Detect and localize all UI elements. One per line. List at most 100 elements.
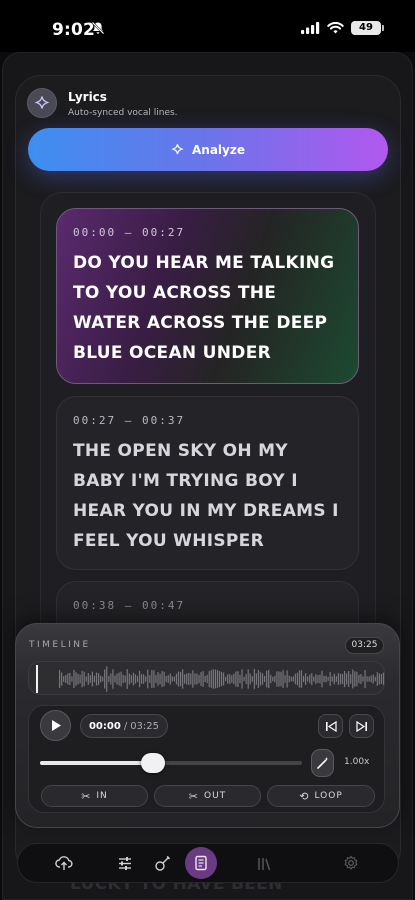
waveform-bar <box>298 670 301 688</box>
waveform-bar <box>200 672 202 686</box>
waveform-bar <box>214 669 216 689</box>
waveform-bar <box>341 673 344 685</box>
nav-instruments[interactable] <box>148 849 176 877</box>
lyric-text: DO YOU HEAR ME TALKING TO YOU ACROSS THE… <box>73 253 335 363</box>
skip-previous-button[interactable] <box>318 714 343 738</box>
lyric-time: 00:38 – 00:47 <box>73 599 186 612</box>
waveform-bar <box>114 675 116 683</box>
waveform-bar <box>147 669 149 689</box>
nav-upload[interactable] <box>50 849 78 877</box>
waveform-bar <box>247 669 249 689</box>
waveform-bar <box>159 673 161 685</box>
waveform-bar <box>350 674 352 684</box>
loop-button[interactable]: ⟲ LOOP <box>267 785 375 807</box>
waveform-bar <box>169 673 171 685</box>
play-button[interactable] <box>40 710 71 741</box>
waveform-bar <box>122 674 124 684</box>
waveform-bar <box>354 671 356 687</box>
waveform-bar <box>245 674 247 684</box>
waveform-bar <box>216 670 219 688</box>
waveform-bar <box>366 676 368 682</box>
waveform-bar <box>63 676 65 682</box>
waveform-bar <box>305 673 307 685</box>
page-title: Lyrics <box>68 90 107 104</box>
set-in-button[interactable]: ✂ IN <box>41 785 148 807</box>
nav-library[interactable] <box>250 849 278 877</box>
signal-icon <box>301 22 320 34</box>
waveform-bar <box>264 675 266 683</box>
wand-icon <box>316 757 329 769</box>
waveform-bar <box>364 669 366 689</box>
waveform-bar <box>97 673 100 685</box>
waveform-bar <box>184 674 186 684</box>
waveform-bar <box>288 675 290 683</box>
lyric-time: 00:27 – 00:37 <box>73 414 186 427</box>
waveform-bar <box>278 671 280 687</box>
settings-icon <box>344 855 358 871</box>
waveform-bar <box>362 676 364 682</box>
analyze-button[interactable]: Analyze <box>28 128 388 171</box>
waveform-bar <box>274 675 276 683</box>
status-time: 9:02 <box>52 20 96 40</box>
waveform-bar <box>151 669 153 689</box>
waveform-bar <box>339 673 342 685</box>
waveform-bar <box>335 676 337 682</box>
waveform-bar <box>208 670 210 688</box>
waveform-bar <box>329 672 331 686</box>
waveform-bar <box>317 675 319 683</box>
waveform-bar <box>319 674 321 684</box>
waveform-bar <box>311 673 313 685</box>
seek-handle[interactable] <box>140 753 165 773</box>
waveform-bar <box>61 672 63 686</box>
set-out-button[interactable]: ✂ OUT <box>154 785 261 807</box>
waveform-bar <box>266 670 268 688</box>
waveform-bar <box>321 670 323 688</box>
waveform-bar <box>202 671 204 687</box>
waveform-bar <box>192 670 194 688</box>
duration-time: 03:25 <box>130 720 160 732</box>
speed-button[interactable] <box>311 749 334 777</box>
nav-lyrics[interactable] <box>185 847 217 879</box>
waveform-bar <box>190 673 192 685</box>
nav-mixer[interactable] <box>111 849 139 877</box>
waveform-bar <box>87 673 89 685</box>
lyric-line-active[interactable]: 00:00 – 00:27 DO YOU HEAR ME TALKING TO … <box>56 208 359 384</box>
waveform-bar <box>106 666 108 692</box>
library-icon <box>258 857 271 870</box>
timeline-total-badge: 03:25 <box>345 637 384 654</box>
waveform-bar <box>173 676 175 682</box>
waveform-bar <box>348 671 350 687</box>
nav-settings[interactable] <box>337 849 365 877</box>
waveform-bar <box>73 669 75 689</box>
waveform-bar <box>284 675 286 683</box>
loop-label: LOOP <box>314 791 343 801</box>
lyric-line[interactable]: 00:27 – 00:37 THE OPEN SKY OH MY BABY I'… <box>56 396 359 570</box>
waveform-bar <box>360 674 362 684</box>
skip-next-button[interactable] <box>349 714 374 738</box>
waveform-bar <box>218 671 221 687</box>
waveform-bar <box>67 673 69 685</box>
waveform-bar <box>194 673 196 685</box>
wifi-icon <box>327 22 344 34</box>
seek-slider[interactable] <box>40 761 302 765</box>
waveform-bar <box>370 675 372 683</box>
waveform-bar <box>296 672 298 686</box>
waveform-bar <box>368 676 370 682</box>
waveform-bar <box>157 672 159 686</box>
waveform-bar <box>196 673 198 685</box>
loop-icon: ⟲ <box>299 789 310 803</box>
waveform-bar <box>307 676 309 682</box>
waveform-bar <box>378 673 380 685</box>
waveform-bar <box>128 673 130 685</box>
waveform-bar <box>300 670 303 688</box>
waveform-bar <box>227 674 229 684</box>
waveform-bar <box>352 669 354 689</box>
waveform-bar <box>79 674 81 684</box>
waveform-bar <box>261 673 264 685</box>
waveform-bar <box>118 672 120 686</box>
waveform-bar <box>272 676 274 682</box>
waveform-bar <box>102 676 104 682</box>
waveform[interactable] <box>28 661 385 695</box>
sparkle-icon <box>34 96 50 109</box>
waveform-bar <box>120 671 122 687</box>
